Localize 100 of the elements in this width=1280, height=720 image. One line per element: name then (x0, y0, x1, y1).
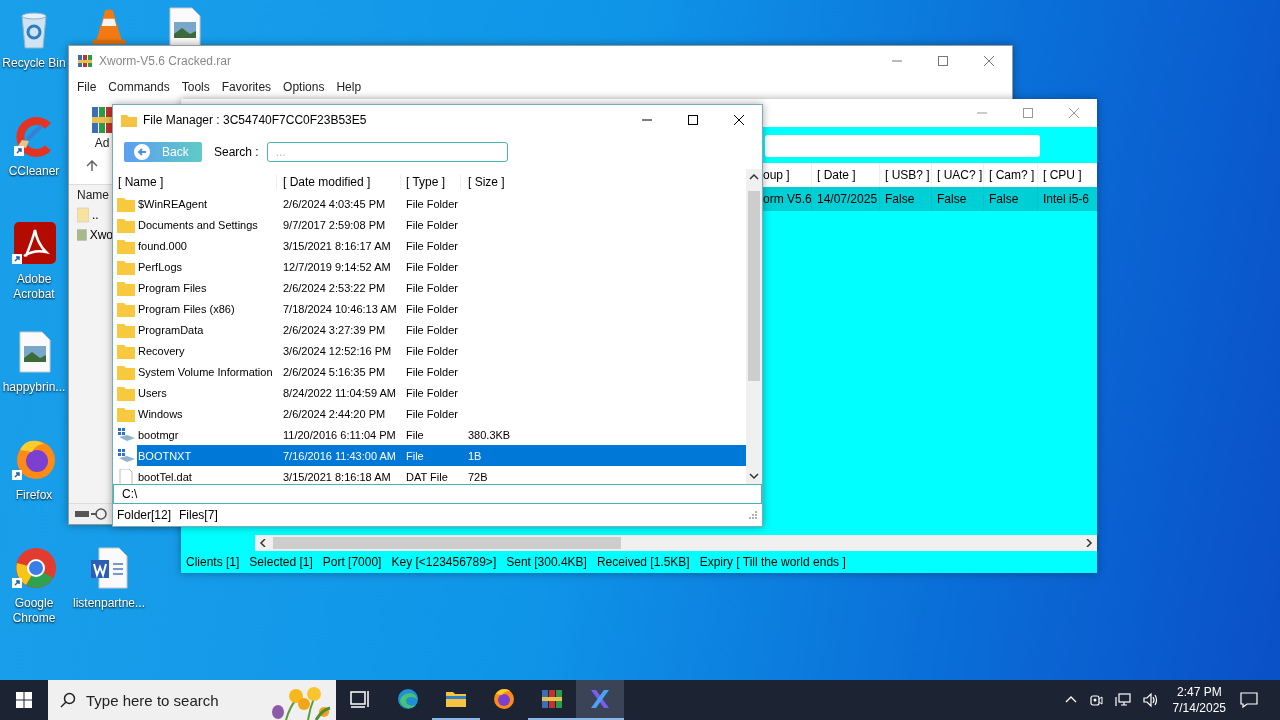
table-cell-text: 2/6/2024 2:44:20 PM (282, 407, 387, 420)
file-row[interactable]: .. (69, 205, 113, 225)
maximize-icon (1023, 108, 1033, 118)
status-text: Port [7000] (322, 555, 382, 569)
column-header[interactable]: Name (69, 185, 113, 205)
volume-icon[interactable] (1142, 693, 1159, 707)
folder-icon (117, 237, 135, 254)
client-row[interactable]: orm V5.6 14/07/2025 False False False Intel i5-6 (763, 187, 1097, 211)
file-row[interactable]: ProgramData 2/6/2024 3:27:39 PM File Folder (137, 319, 746, 340)
file-row[interactable]: Recovery 3/6/2024 12:52:16 PM File Folder (137, 340, 746, 361)
column-header[interactable]: [ Type ] (401, 175, 461, 189)
cross-app-icon (588, 687, 612, 711)
network-icon[interactable] (1114, 693, 1131, 707)
file-row[interactable]: Xwo (69, 225, 113, 245)
file-row[interactable]: bootmgr 11/20/2016 6:11:04 PM File 380.3KB (137, 424, 746, 445)
browser-icon (492, 687, 516, 711)
search-field[interactable] (765, 135, 1040, 157)
search-field[interactable]: ... (266, 142, 508, 162)
maximize-icon (938, 56, 948, 66)
file-row[interactable]: $WinREAgent 2/6/2024 4:03:45 PM File Folder (137, 193, 746, 214)
status-text: Clients [1] (186, 555, 240, 569)
menu-item[interactable]: Options (277, 80, 331, 94)
up-button[interactable] (85, 160, 99, 174)
table-cell-text: DAT File (405, 470, 449, 483)
table-cell-text: File Folder (405, 344, 459, 357)
file-row[interactable]: Documents and Settings 9/7/2017 2:59:08 PM File Folder (137, 214, 746, 235)
table-cell-text: bootTel.dat (137, 470, 193, 483)
search-icon (60, 692, 76, 708)
file-row[interactable]: System Volume Information 2/6/2024 5:16:35 PM File Folder (137, 361, 746, 382)
table-cell-text: 2/6/2024 5:16:35 PM (282, 365, 387, 378)
table-cell-text: Documents and Settings (137, 218, 259, 231)
table-cell-text: Program Files (x86) (137, 302, 236, 315)
folder-icon (117, 258, 135, 275)
menu-item[interactable]: Commands (102, 80, 176, 94)
folder-icon (117, 279, 135, 296)
file-row[interactable]: Program Files (x86) 7/18/2024 10:46:13 AM File Folder (137, 298, 746, 319)
horizontal-scrollbar[interactable] (255, 535, 1097, 551)
chevron-up-icon[interactable] (749, 173, 759, 181)
table-cell-text: File Folder (405, 260, 459, 273)
table-cell-text: 2/6/2024 3:27:39 PM (282, 323, 387, 336)
table-cell-text: 11/20/2016 6:11:04 PM (282, 428, 397, 441)
clock-date[interactable]: 7/14/2025 (1172, 700, 1226, 716)
file-row[interactable]: Users 8/24/2022 11:04:59 AM File Folder (137, 382, 746, 403)
table-cell-text: File Folder (405, 239, 459, 252)
column-header[interactable]: [ CPU ] (1038, 163, 1097, 187)
window-title: File Manager : 3C54740F7CC0F23B53E5 (143, 113, 367, 127)
menu-item[interactable]: File (71, 80, 103, 94)
table-cell: 14/07/2025 (812, 187, 880, 211)
folder-icon (117, 300, 135, 317)
menu-item[interactable]: Tools (175, 80, 216, 94)
folder-icon (117, 321, 135, 338)
camera-icon[interactable] (1088, 693, 1103, 707)
table-cell: False (880, 187, 932, 211)
chevron-right-icon[interactable] (1085, 539, 1093, 547)
system-file-icon (117, 447, 135, 464)
table-cell: 380.3KB (468, 428, 511, 441)
table-cell-text: 3/15/2021 8:16:17 AM (282, 239, 392, 252)
file-row[interactable]: Program Files 2/6/2024 2:53:22 PM File Folder (137, 277, 746, 298)
file-row[interactable]: found.000 3/15/2021 8:16:17 AM File Folder (137, 235, 746, 256)
clock-time[interactable]: 2:47 PM (1176, 684, 1222, 700)
table-cell-text: File Folder (405, 365, 459, 378)
table-cell-text: $WinREAgent (137, 197, 209, 210)
menu-item[interactable]: Help (330, 80, 368, 94)
archive-app-icon (540, 687, 564, 711)
browser-icon (12, 546, 56, 590)
table-cell-text: ProgramData (137, 323, 205, 336)
column-header[interactable]: [ Date modified ] (277, 175, 401, 189)
folder-icon (117, 363, 135, 380)
table-cell-text: File Folder (405, 407, 459, 420)
table-cell-text: File Folder (405, 386, 459, 399)
folder-icon (121, 112, 137, 128)
table-cell-text: Recovery (137, 344, 186, 357)
pdf-reader-icon (12, 222, 56, 266)
vertical-scrollbar[interactable] (746, 169, 762, 484)
archive-app-icon (91, 104, 113, 136)
file-row[interactable]: BOOTNXT 7/16/2016 11:43:00 AM File 1B (137, 445, 746, 466)
up-arrow-icon (86, 160, 98, 172)
chevron-down-icon[interactable] (749, 472, 759, 480)
menu-item[interactable]: Favorites (215, 80, 278, 94)
table-cell-text: 3/15/2021 8:16:18 AM (282, 470, 392, 483)
start-icon (16, 692, 32, 708)
column-header[interactable]: [ Name ] (113, 175, 277, 189)
search-label: Search : (214, 145, 259, 159)
close-icon (1069, 108, 1079, 118)
column-header[interactable]: [ Size ] (461, 175, 531, 189)
resize-grip-icon[interactable] (748, 510, 758, 520)
path-field[interactable]: C:\ (113, 484, 762, 504)
file-row[interactable]: Windows 2/6/2024 2:44:20 PM File Folder (137, 403, 746, 424)
table-cell: False (932, 187, 984, 211)
status-text: Files[7] (179, 508, 218, 522)
file-row[interactable]: PerfLogs 12/7/2019 9:14:52 AM File Folder (137, 256, 746, 277)
archive-app-icon (77, 53, 93, 69)
table-cell-text: File Folder (405, 218, 459, 231)
folder-icon (117, 384, 135, 401)
file-row[interactable]: bootTel.dat 3/15/2021 8:16:18 AM DAT File 72B (137, 466, 746, 484)
taskbar-app-button[interactable] (576, 680, 624, 720)
notification-icon[interactable] (1240, 692, 1258, 708)
table-cell: False (984, 187, 1038, 211)
file-icon (117, 468, 135, 484)
chevron-left-icon[interactable] (259, 539, 267, 547)
